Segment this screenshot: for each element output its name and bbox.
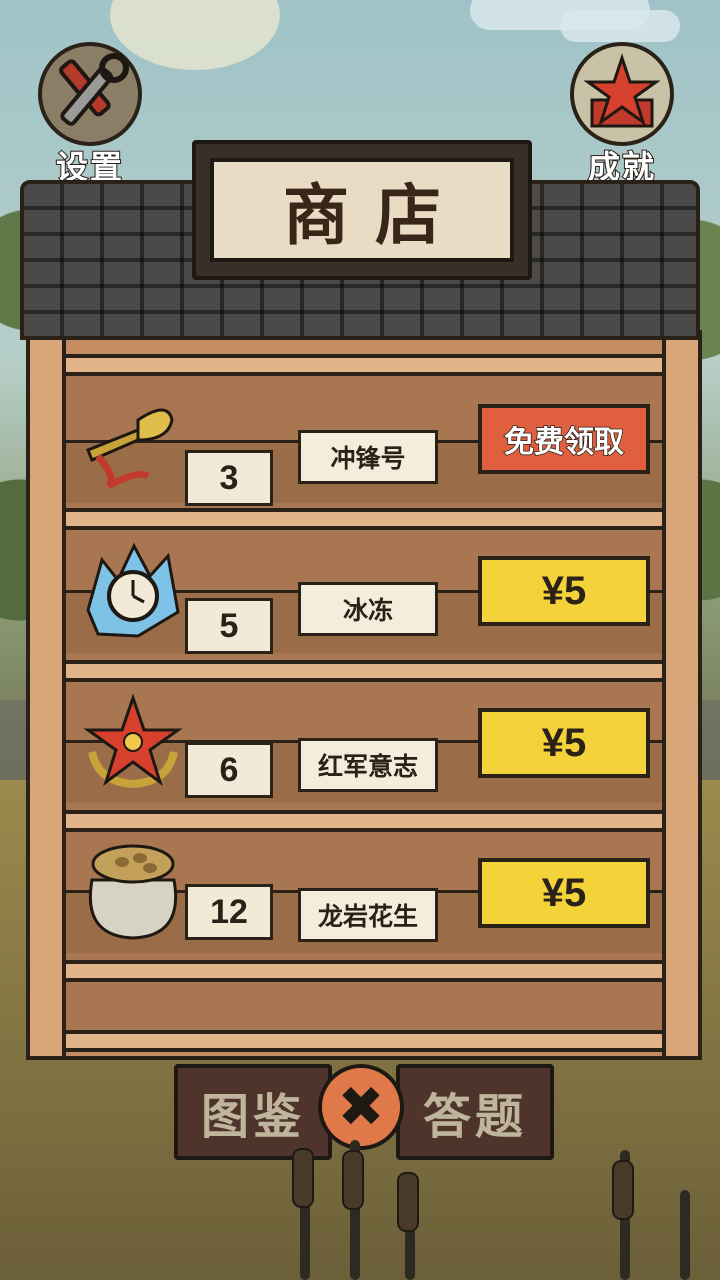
reed	[612, 1160, 634, 1220]
reed	[680, 1190, 690, 1280]
shop-item-freeze: 5 冰冻 ¥5	[0, 540, 720, 680]
shop-item-peanut: 12 龙岩花生 ¥5	[0, 840, 720, 980]
item-name: 冲锋号	[298, 430, 438, 484]
item-count: 5	[185, 598, 273, 654]
item-count: 3	[185, 450, 273, 506]
item-name: 冰冻	[298, 582, 438, 636]
red-star-emblem-icon	[78, 692, 188, 792]
cloud	[560, 10, 680, 42]
buy-button[interactable]: ¥5	[478, 556, 650, 626]
item-count: 6	[185, 742, 273, 798]
quiz-button[interactable]: 答题	[396, 1064, 554, 1160]
red-star-medal-icon	[570, 42, 674, 146]
peanut-sack-icon	[78, 840, 188, 940]
shop-item-red-army-will: 6 红军意志 ¥5	[0, 692, 720, 832]
item-name: 龙岩花生	[298, 888, 438, 942]
reed	[397, 1172, 419, 1232]
shop-item-bugle: 3 冲锋号 免费领取	[0, 390, 720, 530]
shop-sign: 商店	[210, 158, 514, 262]
catalog-button[interactable]: 图鉴	[174, 1064, 332, 1160]
shop-title: 商店	[283, 176, 467, 254]
item-name: 红军意志	[298, 738, 438, 792]
reed	[342, 1150, 364, 1210]
item-count: 12	[185, 884, 273, 940]
achievements-button[interactable]: 成就	[562, 42, 682, 187]
bugle-icon	[78, 390, 188, 490]
free-claim-button[interactable]: 免费领取	[478, 404, 650, 474]
buy-button[interactable]: ¥5	[478, 858, 650, 928]
reed	[292, 1148, 314, 1208]
shelf-beam	[26, 354, 702, 376]
close-icon[interactable]: ✖	[318, 1064, 404, 1150]
settings-icon	[38, 42, 142, 146]
frozen-clock-icon	[78, 540, 188, 640]
shelf-beam	[26, 1030, 702, 1052]
settings-button[interactable]: 设置	[30, 42, 150, 187]
buy-button[interactable]: ¥5	[478, 708, 650, 778]
